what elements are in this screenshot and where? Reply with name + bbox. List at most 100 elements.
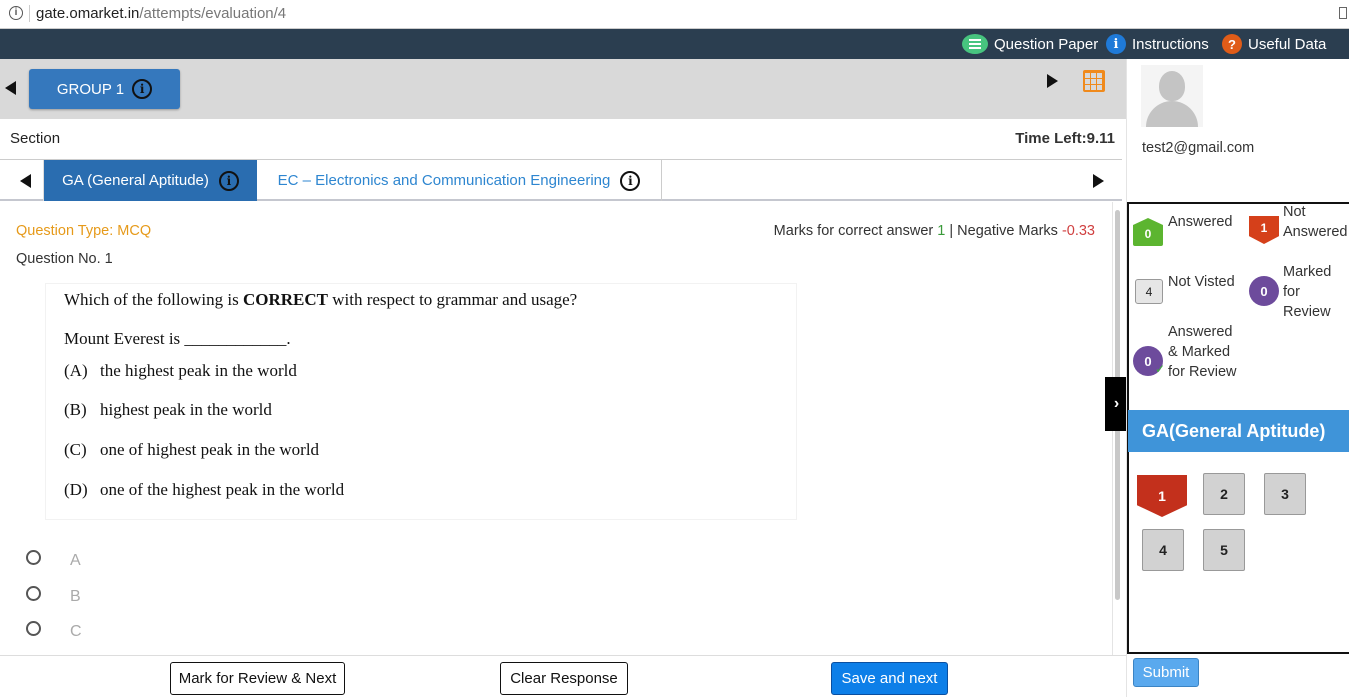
answered-count: 0 (1133, 218, 1163, 246)
not-answered-count: 1 (1249, 216, 1279, 244)
save-next-button[interactable]: Save and next (831, 662, 948, 695)
legend-not-visited-label: Not Visted (1168, 274, 1235, 290)
legend-marked-badge: 0 (1249, 276, 1279, 306)
legend-not-visited-badge: 4 (1135, 279, 1163, 304)
tab-label: EC – Electronics and Communication Engin… (277, 172, 611, 189)
site-info-icon[interactable]: i (9, 6, 23, 20)
option-key: (B) (64, 400, 87, 419)
palette-section-title: GA(General Aptitude) (1128, 410, 1349, 452)
tab-prev-arrow-icon (20, 174, 31, 188)
group-prev-arrow-icon[interactable] (5, 81, 16, 95)
option-key: (C) (64, 440, 87, 459)
label-line: Marked (1283, 264, 1332, 280)
instructions-label: Instructions (1132, 35, 1209, 53)
submit-button[interactable]: Submit (1133, 658, 1199, 687)
marks-info: Marks for correct answer 1 | Negative Ma… (700, 223, 1095, 239)
candidate-email: test2@gmail.com (1142, 140, 1255, 156)
choice-label: C (70, 623, 82, 640)
help-icon: ? (1222, 34, 1242, 54)
legend-not-answered-label: Not Answered (1283, 202, 1347, 242)
not-visited-count: 4 (1135, 279, 1163, 304)
answer-choice-b[interactable]: B (26, 586, 81, 605)
question-type: Question Type: MCQ (16, 223, 152, 239)
marks-separator: | (949, 223, 954, 239)
legend-answered-marked-label: Answered & Marked for Review (1168, 322, 1237, 382)
url-text[interactable]: gate.omarket.in/attempts/evaluation/4 (36, 5, 286, 22)
mark-review-next-button[interactable]: Mark for Review & Next (170, 662, 345, 695)
reader-mode-icon[interactable] (1339, 7, 1347, 19)
option-text: the highest peak in the world (100, 361, 297, 380)
question-paper-icon (962, 34, 988, 54)
group-next-arrow-icon[interactable] (1047, 74, 1058, 88)
label-line: & Marked (1168, 344, 1231, 360)
tab-label: GA (General Aptitude) (62, 172, 209, 189)
negative-prefix: Negative Marks (957, 223, 1058, 239)
answered-marked-count: 0 ✓ (1133, 346, 1165, 376)
answer-choice-a[interactable]: A (26, 550, 81, 569)
marks-negative: -0.33 (1061, 223, 1095, 239)
option-text: one of highest peak in the world (100, 440, 320, 459)
url-separator (29, 5, 30, 22)
palette-question-2[interactable]: 2 (1203, 473, 1245, 515)
radio-button[interactable] (26, 621, 41, 636)
time-left: Time Left:9.11 (1015, 130, 1115, 147)
radio-button[interactable] (26, 550, 41, 565)
candidate-panel: test2@gmail.com 0 Answered 1 Not Answere… (1126, 59, 1349, 697)
tab-prev-button[interactable] (0, 160, 44, 201)
choice-label: A (70, 552, 81, 569)
stem-before: Which of the following is (64, 290, 239, 309)
answer-choice-c[interactable]: C (26, 621, 82, 640)
marked-count: 0 (1249, 276, 1279, 306)
option-key: (A) (64, 361, 88, 380)
instructions-link[interactable]: i Instructions (1106, 34, 1209, 54)
answered-marked-value: 0 (1144, 353, 1152, 369)
url-path: /attempts/evaluation/4 (139, 5, 287, 22)
tab-next-arrow-icon[interactable] (1093, 174, 1104, 188)
useful-data-link[interactable]: ? Useful Data (1222, 34, 1326, 54)
question-paper-link[interactable]: Question Paper (962, 34, 1098, 54)
option-key: (D) (64, 480, 88, 499)
legend-not-answered-badge: 1 (1249, 216, 1279, 244)
question-number: Question No. 1 (16, 251, 113, 267)
section-tabs: GA (General Aptitude) i EC – Electronics… (0, 159, 1122, 201)
radio-button[interactable] (26, 586, 41, 601)
legend-answered-badge: 0 (1133, 218, 1163, 246)
label-line: Answered (1283, 224, 1348, 240)
check-icon: ✓ (1154, 362, 1165, 376)
calculator-icon[interactable] (1083, 70, 1105, 92)
palette-question-3[interactable]: 3 (1264, 473, 1306, 515)
tab-general-aptitude[interactable]: GA (General Aptitude) i (44, 160, 257, 201)
stem-bold: CORRECT (242, 290, 328, 309)
question-paper-label: Question Paper (994, 35, 1099, 53)
question-option: (D) one of the highest peak in the world (64, 480, 344, 500)
legend-answered-marked-badge: 0 ✓ (1133, 346, 1165, 376)
stem-after: with respect to grammar and usage? (332, 290, 578, 309)
url-domain: gate.omarket.in (36, 5, 140, 22)
label-line: Answered (1168, 324, 1233, 340)
question-sentence: Mount Everest is ____________. (64, 329, 291, 348)
option-text: highest peak in the world (100, 400, 272, 419)
legend-answered-label: Answered (1168, 214, 1233, 230)
avatar-head (1159, 71, 1185, 101)
tab-info-icon[interactable]: i (218, 170, 239, 191)
group-bar: GROUP 1 i (0, 59, 1126, 119)
group-info-icon[interactable]: i (132, 79, 153, 99)
collapse-panel-button[interactable]: › (1105, 377, 1128, 431)
question-stem: Which of the following is CORRECT with r… (64, 290, 577, 310)
group-label: GROUP 1 (56, 80, 125, 98)
section-label: Section (10, 130, 61, 147)
label-line: for Review (1168, 364, 1237, 380)
palette-question-5[interactable]: 5 (1203, 529, 1245, 571)
question-option: (B) highest peak in the world (64, 400, 272, 420)
useful-data-label: Useful Data (1248, 35, 1327, 53)
info-icon: i (1106, 34, 1126, 54)
marks-prefix: Marks for correct answer (773, 223, 934, 239)
browser-url-bar[interactable]: i gate.omarket.in/attempts/evaluation/4 (0, 0, 1349, 29)
question-option: (A) the highest peak in the world (64, 361, 297, 381)
palette-question-4[interactable]: 4 (1142, 529, 1184, 571)
clear-response-button[interactable]: Clear Response (500, 662, 628, 695)
tab-info-icon[interactable]: i (620, 170, 641, 191)
tab-electronics-communication[interactable]: EC – Electronics and Communication Engin… (257, 160, 662, 201)
group-button[interactable]: GROUP 1 i (29, 69, 180, 109)
choice-label: B (70, 588, 81, 605)
